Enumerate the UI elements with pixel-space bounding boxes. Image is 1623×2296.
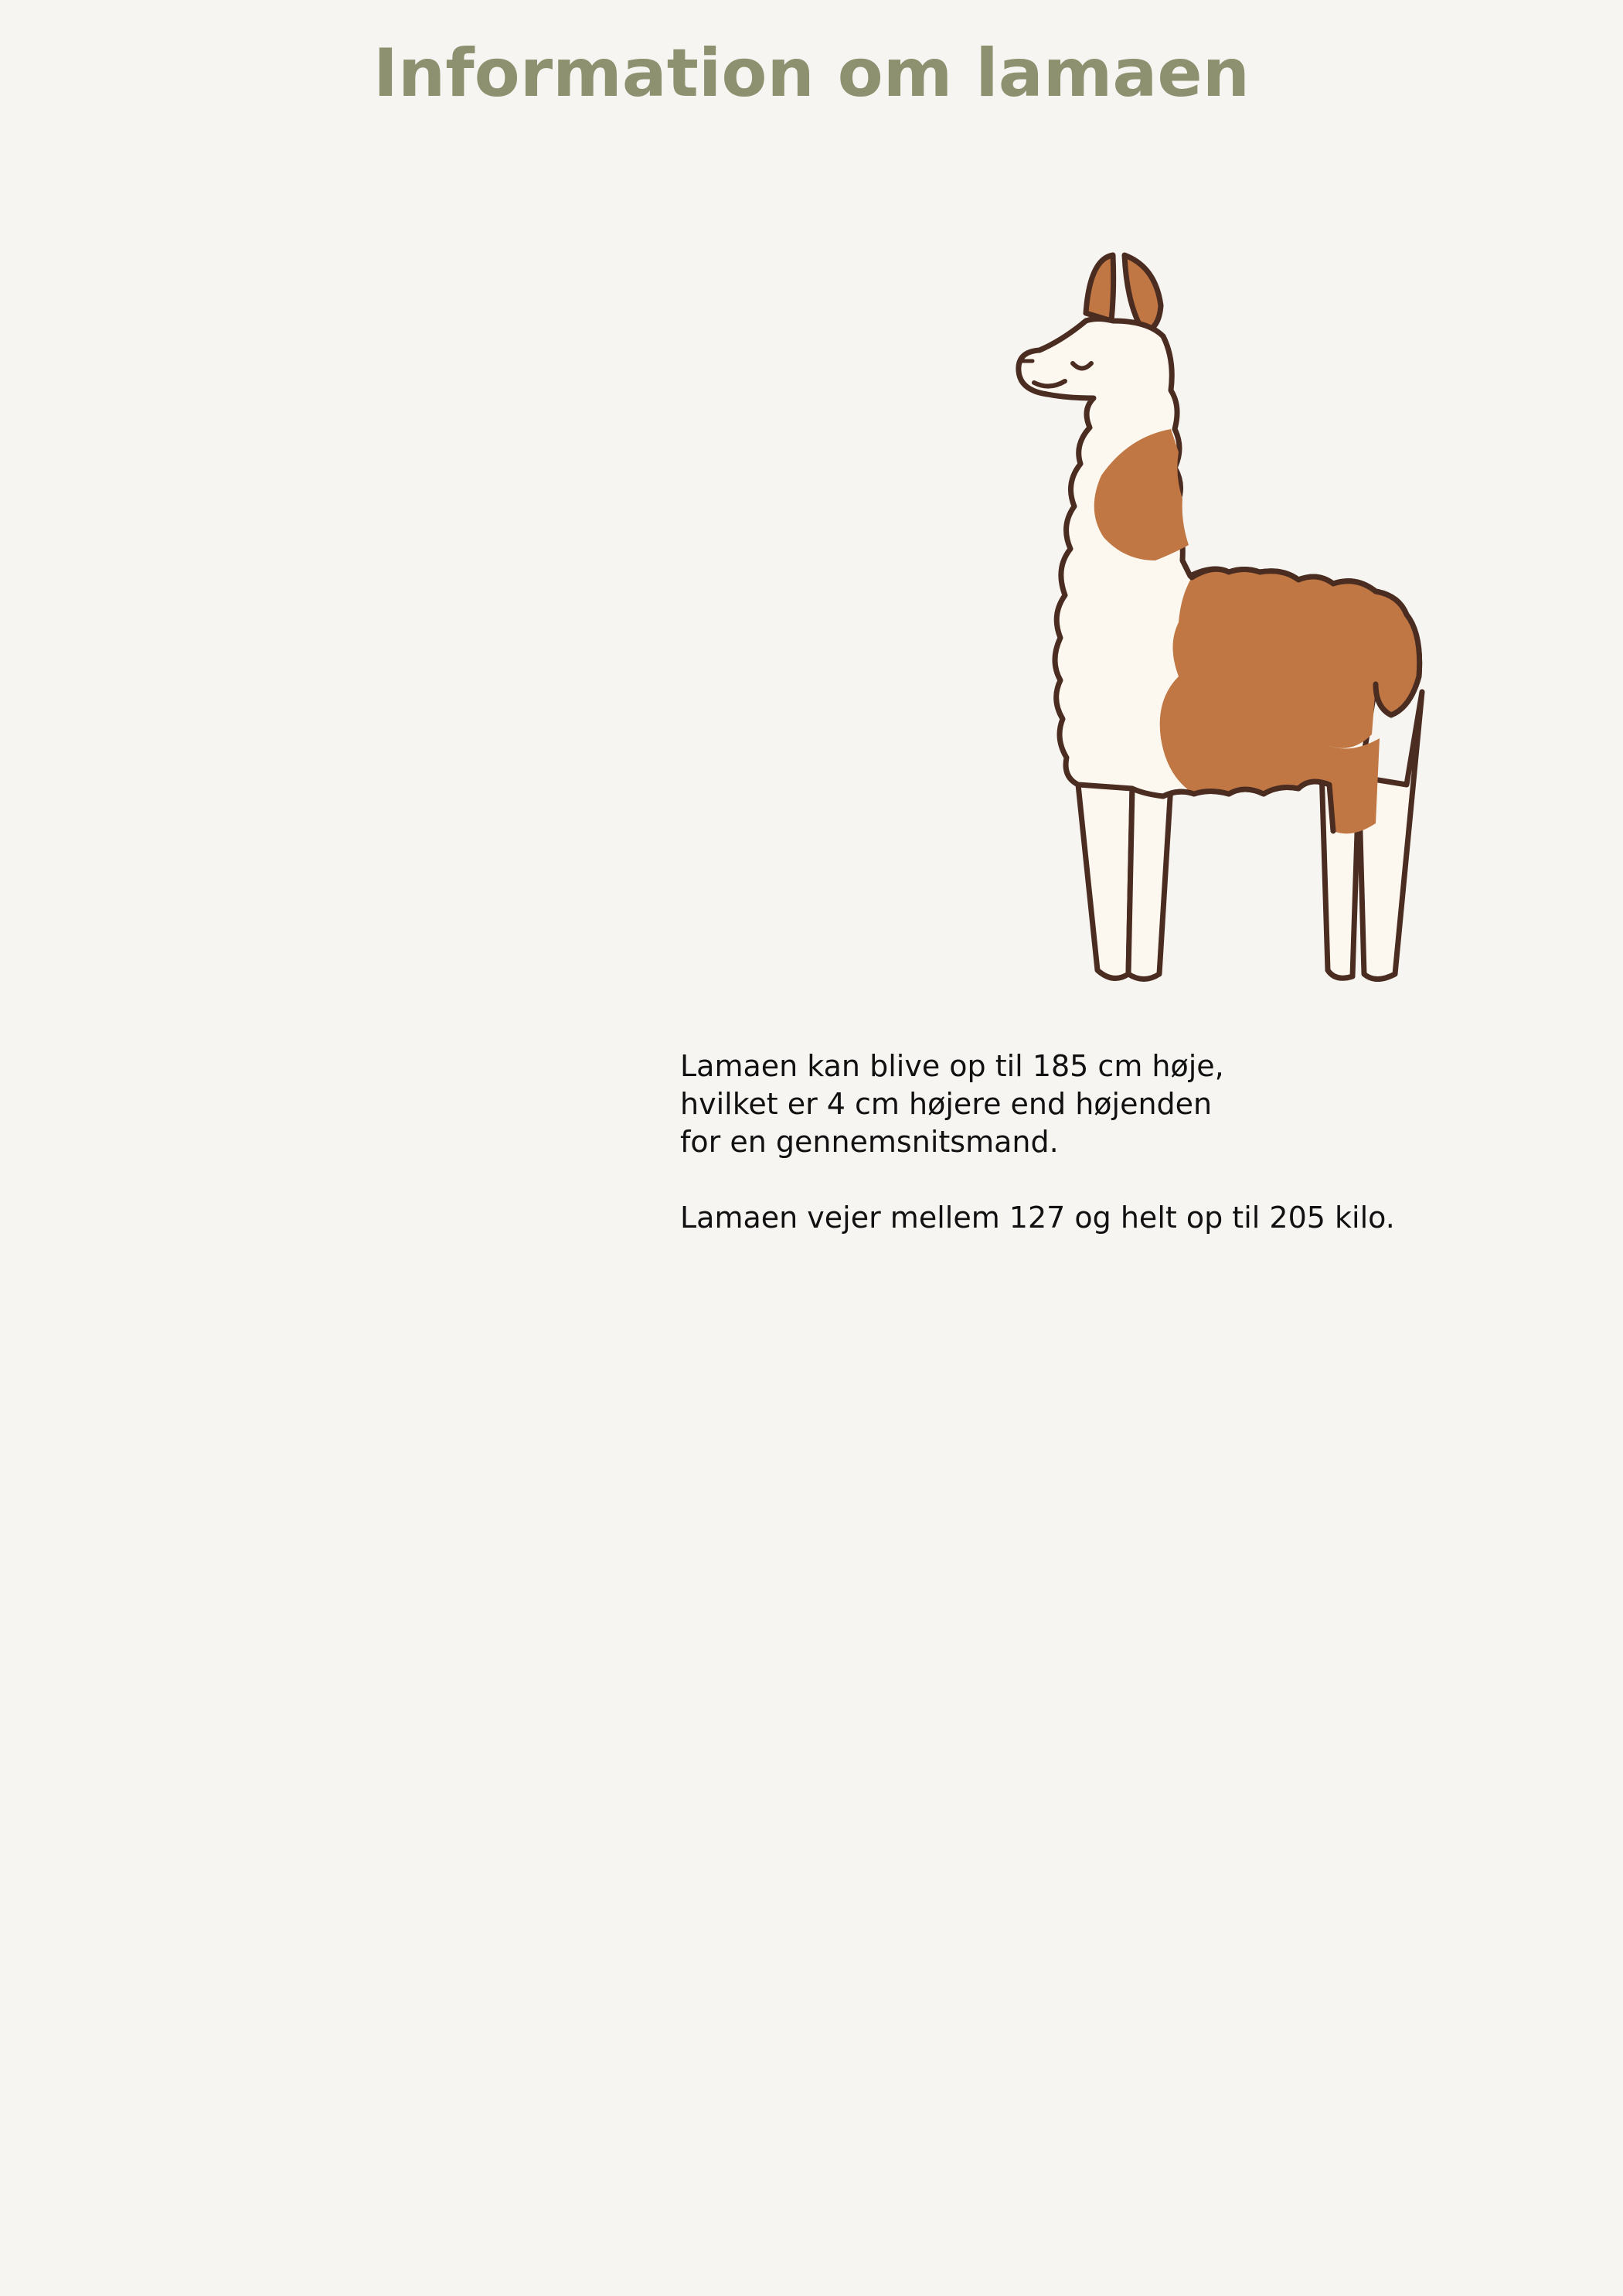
- body-fur: [1159, 569, 1420, 794]
- height-fact-line-3: for en gennemsnitsmand.: [680, 1125, 1059, 1159]
- llama-icon: [1016, 252, 1425, 982]
- info-text-block: Lamaen kan blive op til 185 cm høje, hvi…: [680, 1048, 1453, 1237]
- height-fact: Lamaen kan blive op til 185 cm høje, hvi…: [680, 1048, 1453, 1161]
- llama-illustration: [989, 244, 1468, 986]
- front-leg-front: [1125, 782, 1174, 982]
- page-title: Information om lamaen: [373, 35, 1250, 112]
- weight-fact: Lamaen vejer mellem 127 og helt op til 2…: [680, 1201, 1395, 1235]
- ear-left: [1083, 252, 1117, 324]
- height-fact-line-1: Lamaen kan blive op til 185 cm høje,: [680, 1049, 1224, 1083]
- front-leg-rear: [1075, 782, 1135, 981]
- height-fact-line-2: hvilket er 4 cm højere end højenden: [680, 1087, 1213, 1121]
